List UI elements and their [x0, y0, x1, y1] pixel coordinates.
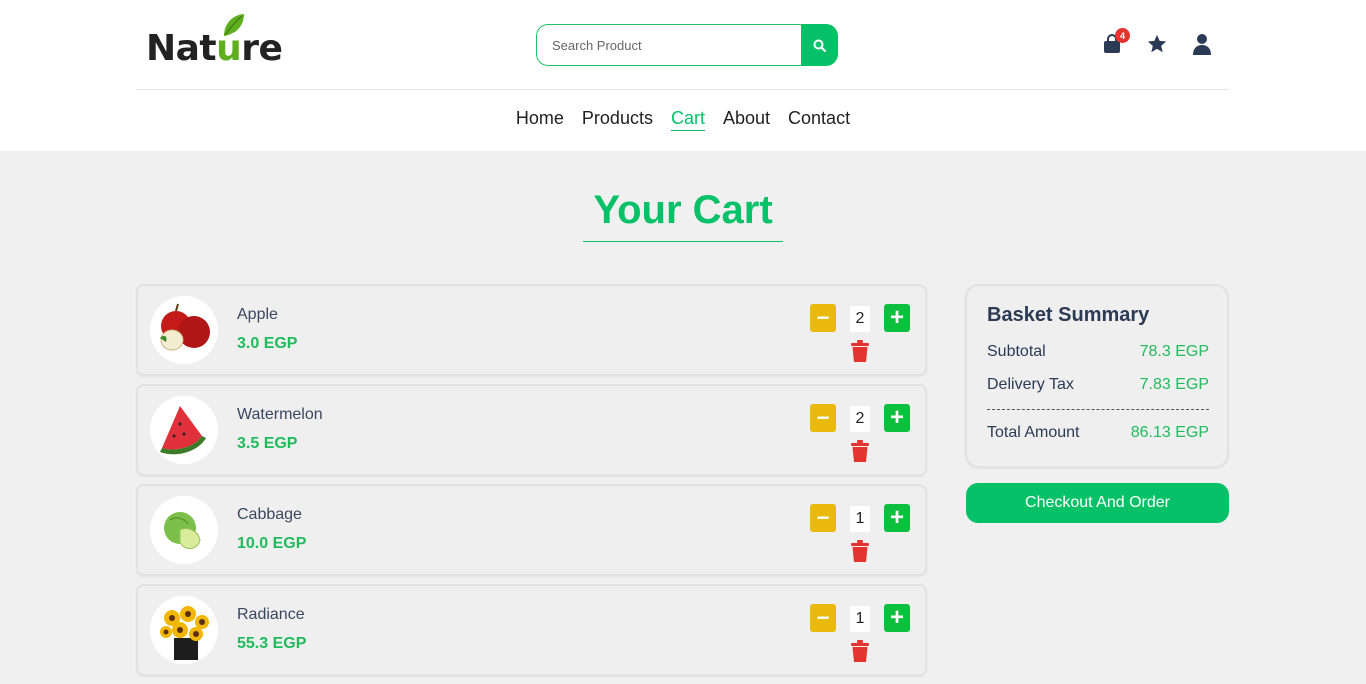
- logo[interactable]: Nature: [146, 12, 286, 69]
- item-name: Cabbage: [237, 506, 302, 523]
- decrease-quantity-button[interactable]: −: [810, 504, 836, 532]
- favorites-button[interactable]: [1144, 30, 1170, 58]
- nav-contact[interactable]: Contact: [788, 108, 850, 131]
- item-price: 3.5 EGP: [237, 435, 298, 452]
- search-input[interactable]: [536, 24, 806, 66]
- checkout-button[interactable]: Checkout And Order: [966, 483, 1229, 523]
- account-button[interactable]: [1189, 30, 1215, 58]
- decrease-quantity-button[interactable]: −: [810, 304, 836, 332]
- item-name: Watermelon: [237, 406, 323, 423]
- item-price: 55.3 EGP: [237, 635, 307, 652]
- decrease-quantity-button[interactable]: −: [810, 404, 836, 432]
- cart-item: Cabbage 10.0 EGP − 1 +: [136, 484, 927, 576]
- search-icon: [813, 39, 826, 52]
- delivery-tax-label: Delivery Tax: [987, 376, 1074, 393]
- delivery-tax-row: Delivery Tax 7.83 EGP: [987, 376, 1209, 409]
- quantity-value: 1: [850, 606, 870, 632]
- trash-icon[interactable]: [851, 540, 869, 562]
- star-icon: [1147, 34, 1167, 53]
- subtotal-row: Subtotal 78.3 EGP: [987, 343, 1209, 376]
- main-nav: Home Products Cart About Contact: [0, 108, 1366, 131]
- subtotal-label: Subtotal: [987, 343, 1046, 360]
- cart-button[interactable]: 4: [1099, 28, 1130, 58]
- nav-home[interactable]: Home: [516, 108, 564, 131]
- basket-summary: Basket Summary Subtotal 78.3 EGP Deliver…: [965, 284, 1229, 468]
- increase-quantity-button[interactable]: +: [884, 304, 910, 332]
- item-name: Radiance: [237, 606, 305, 623]
- item-price: 3.0 EGP: [237, 335, 298, 352]
- apple-image: [150, 296, 218, 364]
- item-price: 10.0 EGP: [237, 535, 307, 552]
- summary-title: Basket Summary: [987, 304, 1150, 326]
- page-title: Your Cart: [583, 188, 783, 242]
- cart-count-badge: 4: [1115, 28, 1130, 43]
- total-row: Total Amount 86.13 EGP: [987, 424, 1209, 457]
- nav-cart[interactable]: Cart: [670, 108, 705, 131]
- quantity-value: 2: [850, 406, 870, 432]
- header: Nature 4: [136, 0, 1229, 90]
- subtotal-value: 78.3 EGP: [1139, 343, 1209, 360]
- page-title-wrap: Your Cart: [0, 188, 1366, 242]
- user-icon: [1193, 34, 1211, 55]
- trash-icon[interactable]: [851, 440, 869, 462]
- top-bar: Nature 4: [0, 0, 1366, 151]
- cart-item: Apple 3.0 EGP − 2 +: [136, 284, 927, 376]
- cart-item: Radiance 55.3 EGP − 1 +: [136, 584, 927, 676]
- increase-quantity-button[interactable]: +: [884, 604, 910, 632]
- quantity-value: 1: [850, 506, 870, 532]
- logo-text: Nature: [146, 28, 283, 69]
- sunflower-bouquet-image: [150, 596, 218, 664]
- search-button[interactable]: [801, 24, 838, 66]
- search-bar: [536, 24, 838, 66]
- increase-quantity-button[interactable]: +: [884, 404, 910, 432]
- cart-item: Watermelon 3.5 EGP − 2 +: [136, 384, 927, 476]
- nav-products[interactable]: Products: [582, 108, 653, 131]
- watermelon-image: [150, 396, 218, 464]
- nav-about[interactable]: About: [723, 108, 770, 131]
- decrease-quantity-button[interactable]: −: [810, 604, 836, 632]
- increase-quantity-button[interactable]: +: [884, 504, 910, 532]
- cart-list: Apple 3.0 EGP − 2 + Watermelon 3.5 EGP −…: [136, 284, 927, 684]
- delivery-tax-value: 7.83 EGP: [1139, 376, 1209, 393]
- cabbage-image: [150, 496, 218, 564]
- header-icons: 4: [1099, 28, 1219, 60]
- trash-icon[interactable]: [851, 340, 869, 362]
- summary-divider: [987, 409, 1209, 410]
- trash-icon[interactable]: [851, 640, 869, 662]
- leaf-icon: [224, 14, 244, 36]
- quantity-value: 2: [850, 306, 870, 332]
- total-label: Total Amount: [987, 424, 1080, 441]
- item-name: Apple: [237, 306, 278, 323]
- total-value: 86.13 EGP: [1130, 424, 1209, 441]
